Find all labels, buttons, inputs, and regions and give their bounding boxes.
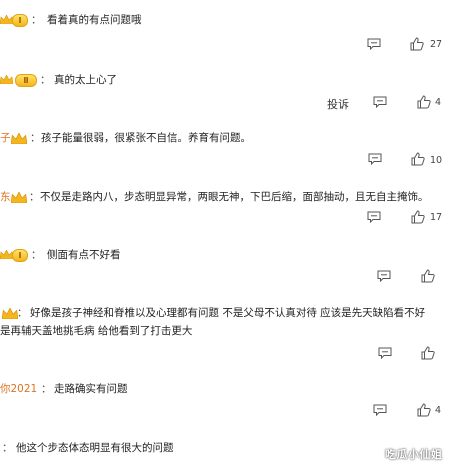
level-badge: Ⅰ bbox=[12, 14, 28, 27]
comment-colon: ： bbox=[31, 249, 42, 261]
like-count: 27 bbox=[430, 39, 443, 50]
comment-icon[interactable] bbox=[377, 270, 391, 282]
comment-colon: ： bbox=[31, 14, 42, 26]
comment-icon[interactable] bbox=[368, 153, 382, 165]
username[interactable]: 你2021 bbox=[0, 382, 37, 396]
username[interactable]: 东 bbox=[0, 190, 11, 204]
comment-text: 看着真的有点问题哦 bbox=[47, 14, 142, 26]
level-badge: Ⅰ bbox=[12, 249, 28, 262]
crown-icon bbox=[0, 75, 13, 84]
crown-icon bbox=[11, 133, 27, 144]
comment-text: 孩子能量很弱，很紧张不自信。养育有问题。 bbox=[41, 132, 251, 144]
thumbs-up-icon[interactable] bbox=[417, 403, 431, 417]
level-badge: Ⅱ bbox=[15, 74, 37, 87]
comment-icon[interactable] bbox=[367, 211, 381, 223]
comment-icon[interactable] bbox=[373, 404, 387, 416]
thumbs-up-icon[interactable] bbox=[417, 95, 431, 109]
comment-colon: ： bbox=[30, 132, 41, 144]
watermark: 吃瓜小仙姐 bbox=[385, 448, 443, 461]
comment-text: 他这个步态体态明显有很大的问题 bbox=[16, 442, 174, 454]
like-count: 4 bbox=[435, 97, 442, 108]
thumbs-up-icon[interactable] bbox=[410, 37, 424, 51]
like-count: 17 bbox=[430, 212, 443, 223]
comment-icon[interactable] bbox=[378, 347, 392, 359]
crown-icon bbox=[11, 192, 27, 203]
comment-colon: ： bbox=[2, 442, 13, 454]
comment-colon: ： bbox=[40, 74, 51, 86]
crown-icon bbox=[2, 308, 18, 319]
comment-text: 不仅是走路内八，步态明显异常，两眼无神，下巴后缩，面部抽动，且无自主掩饰。 bbox=[40, 191, 429, 203]
comment-icon[interactable] bbox=[373, 96, 387, 108]
comment-colon: ： bbox=[41, 383, 52, 395]
thumbs-up-icon[interactable] bbox=[421, 269, 435, 283]
comment-text: 真的太上心了 bbox=[54, 74, 117, 86]
comment-icon[interactable] bbox=[367, 38, 381, 50]
report-button[interactable]: 投诉 bbox=[327, 96, 349, 112]
comment-text: 侧面有点不好看 bbox=[47, 249, 121, 261]
thumbs-up-icon[interactable] bbox=[411, 152, 425, 166]
comment-colon: ： bbox=[29, 191, 40, 203]
comment-text: 好像是孩子神经和脊椎以及心理都有问题 不是父母不认真对待 应该是先天缺陷看不好 bbox=[30, 307, 426, 319]
thumbs-up-icon[interactable] bbox=[411, 210, 425, 224]
comment-text: 走路确实有问题 bbox=[54, 383, 128, 395]
comment-colon: ： bbox=[17, 307, 28, 319]
username[interactable]: 子 bbox=[0, 131, 11, 145]
like-count: 10 bbox=[430, 155, 443, 166]
thumbs-up-icon[interactable] bbox=[421, 346, 435, 360]
like-count: 4 bbox=[435, 405, 442, 416]
comment-text-line2: 是再辅天盖地挑毛病 给他看到了打击更大 bbox=[0, 325, 193, 337]
